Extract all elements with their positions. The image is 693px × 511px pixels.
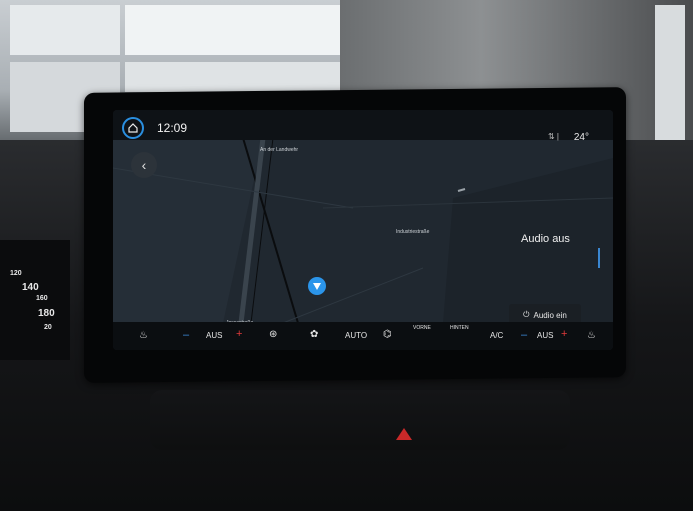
speed-label: 120 — [10, 270, 22, 277]
window-pane — [655, 5, 685, 155]
navigation-arrow-icon — [308, 277, 326, 295]
airflow-icon[interactable]: ⌬ — [383, 329, 392, 340]
front-defrost-button[interactable]: VORNE — [413, 325, 431, 331]
steering-heat-icon[interactable]: ⊛ — [269, 329, 277, 340]
map-roads — [113, 137, 613, 324]
rear-defrost-button[interactable]: HINTEN — [450, 325, 469, 331]
power-icon: ⏻ — [523, 310, 530, 319]
seat-heat-left-icon[interactable]: ♨ — [139, 330, 148, 341]
temp-right-value: AUS — [537, 331, 554, 340]
speed-label: 180 — [38, 308, 55, 319]
chevron-left-icon: ‹ — [141, 157, 147, 173]
window-pane — [125, 62, 340, 92]
temp-left-plus-button[interactable]: + — [236, 328, 242, 340]
street-label: Industriestraße — [396, 229, 430, 235]
speed-label: 140 — [22, 282, 39, 293]
hazard-button[interactable] — [396, 428, 412, 440]
outside-temperature: 24° — [573, 132, 589, 143]
status-bar: 12:09 ⇅ | 24° — [113, 110, 613, 143]
auto-button[interactable]: AUTO — [345, 331, 367, 340]
window-pane — [125, 5, 340, 55]
center-vent — [150, 390, 570, 450]
window-pane — [10, 5, 120, 55]
temp-right-plus-button[interactable]: + — [561, 328, 567, 340]
temp-left-value: AUS — [206, 331, 223, 340]
temp-right-minus-button[interactable]: – — [521, 329, 527, 341]
scrollbar[interactable] — [598, 248, 600, 268]
climate-bar: ♨ – AUS + ⊛ ✿ AUTO ⌬ VORNE HINTEN A/C – … — [113, 322, 613, 350]
signal-icon: ⇅ | — [547, 132, 559, 141]
navigation-map[interactable]: An der Landwehr Industriestraße Jossastr… — [113, 137, 613, 326]
street-label: An der Landwehr — [260, 147, 299, 153]
instrument-cluster: 120 140 160 180 20 — [0, 240, 70, 360]
clock: 12:09 — [157, 121, 188, 135]
back-button[interactable]: ‹ — [131, 152, 157, 178]
photo-scene: 120 140 160 180 20 An der Landwehr Indus… — [0, 0, 693, 511]
speed-label: 20 — [44, 324, 52, 331]
home-icon — [128, 123, 138, 133]
ac-button[interactable]: A/C — [490, 331, 503, 340]
fan-icon[interactable]: ✿ — [310, 329, 318, 340]
speed-label: 160 — [36, 295, 48, 302]
temp-left-minus-button[interactable]: – — [183, 329, 189, 341]
infotainment-screen: An der Landwehr Industriestraße Jossastr… — [113, 110, 613, 350]
audio-status: Audio aus — [521, 233, 570, 245]
home-button[interactable] — [122, 117, 144, 139]
audio-on-label: Audio ein — [533, 310, 567, 320]
seat-heat-right-icon[interactable]: ♨ — [587, 330, 596, 341]
